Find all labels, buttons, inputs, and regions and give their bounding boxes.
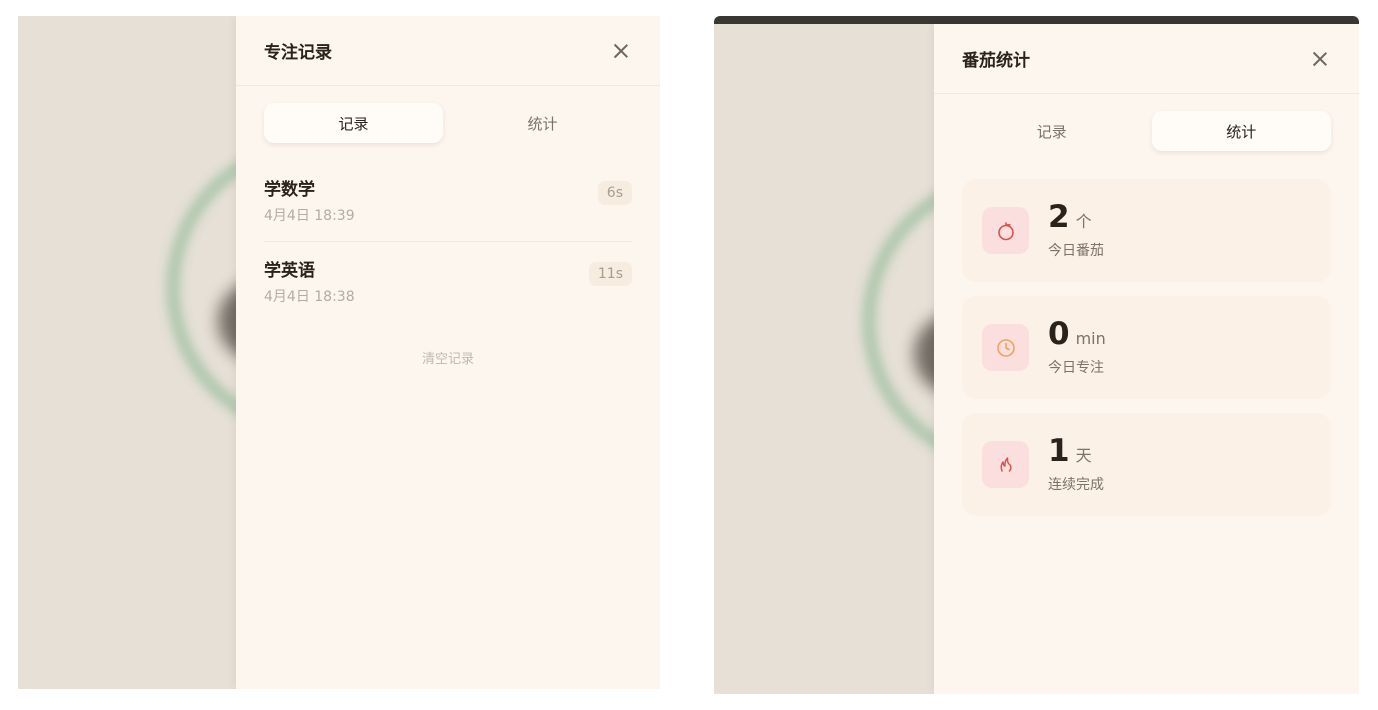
records-panel: 专注记录 记录 统计 学数学 4月4日 18:39 6s 学英语 4月4日 18…: [236, 16, 660, 689]
tomato-icon: [982, 207, 1029, 254]
stat-label: 今日番茄: [1048, 242, 1104, 259]
duration-badge: 11s: [588, 262, 632, 286]
stat-card-streak: 1 天 连续完成: [962, 413, 1331, 516]
panel-header: 专注记录: [236, 16, 660, 86]
clear-records-button[interactable]: 清空记录: [236, 348, 660, 367]
window-top-bar: [714, 16, 1359, 24]
panel-title: 专注记录: [264, 43, 332, 63]
stat-label: 连续完成: [1048, 476, 1104, 493]
tab-stats[interactable]: 统计: [453, 103, 632, 143]
record-time: 4月4日 18:38: [264, 289, 355, 305]
stat-card-focus-minutes: 0 min 今日专注: [962, 296, 1331, 399]
stats-panel: 番茄统计 记录 统计 2 个 今日番茄 0 min 今日专注 1 天 连续完成: [934, 24, 1359, 694]
record-list: 学数学 4月4日 18:39 6s 学英语 4月4日 18:38 11s: [236, 161, 660, 322]
clock-icon: [982, 324, 1029, 371]
close-icon[interactable]: [1309, 48, 1331, 70]
stat-label: 今日专注: [1048, 359, 1104, 376]
stat-unit: 个: [1075, 211, 1092, 231]
tab-records[interactable]: 记录: [962, 111, 1142, 151]
stat-value: 1: [1048, 432, 1070, 469]
list-item[interactable]: 学英语 4月4日 18:38 11s: [264, 242, 632, 322]
tab-stats[interactable]: 统计: [1151, 111, 1331, 151]
duration-badge: 6s: [597, 181, 632, 205]
timer-ring: [862, 172, 935, 470]
stat-unit: min: [1075, 328, 1106, 348]
stat-value: 0: [1048, 315, 1070, 352]
record-name: 学数学: [264, 180, 315, 200]
list-item[interactable]: 学数学 4月4日 18:39 6s: [264, 161, 632, 242]
tab-records[interactable]: 记录: [264, 103, 443, 143]
stats-list: 2 个 今日番茄 0 min 今日专注 1 天 连续完成: [934, 179, 1359, 516]
timer-background: [18, 16, 238, 689]
tab-bar: 记录 统计: [236, 103, 660, 143]
tab-bar: 记录 统计: [934, 111, 1359, 151]
panel-header: 番茄统计: [934, 24, 1359, 94]
stat-card-tomatoes: 2 个 今日番茄: [962, 179, 1331, 282]
record-name: 学英语: [264, 261, 315, 281]
stat-value: 2: [1048, 198, 1070, 235]
stats-screenshot: 番茄统计 记录 统计 2 个 今日番茄 0 min 今日专注 1 天 连续完成: [714, 16, 1359, 694]
timer-background: [714, 24, 935, 694]
stat-unit: 天: [1075, 445, 1092, 465]
record-time: 4月4日 18:39: [264, 208, 355, 224]
timer-ring: [166, 139, 238, 437]
close-icon[interactable]: [610, 40, 632, 62]
panel-title: 番茄统计: [962, 51, 1030, 71]
flame-icon: [982, 441, 1029, 488]
records-screenshot: 专注记录 记录 统计 学数学 4月4日 18:39 6s 学英语 4月4日 18…: [18, 16, 660, 689]
